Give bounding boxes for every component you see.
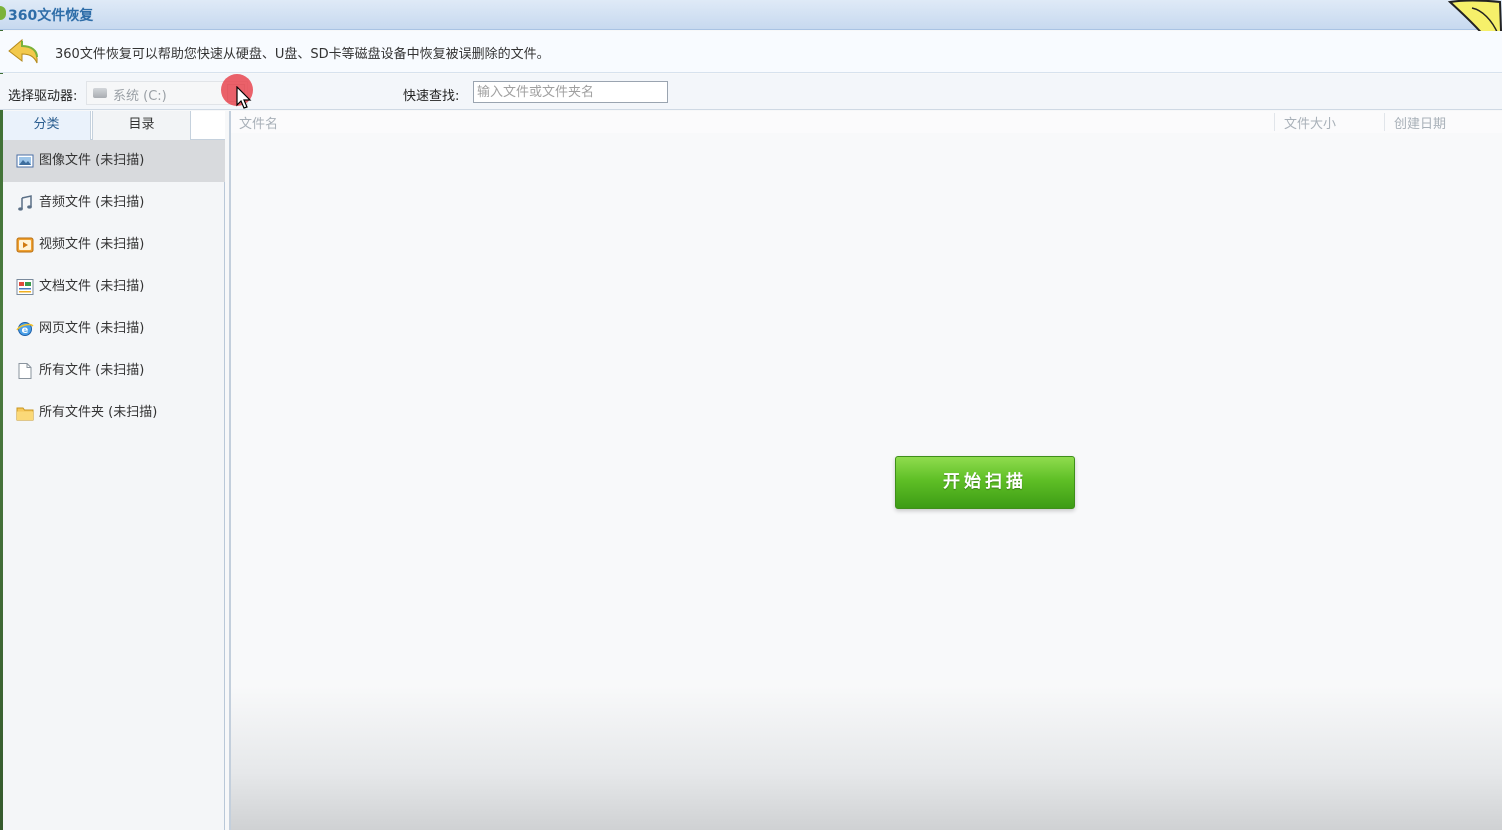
info-bar: 360文件恢复可以帮助您快速从硬盘、U盘、SD卡等磁盘设备中恢复被误删除的文件。 xyxy=(0,31,1502,73)
disk-drive-icon xyxy=(93,88,107,98)
drive-select-value: 系统 (C:) xyxy=(113,89,167,104)
tab-directory[interactable]: 目录 xyxy=(92,111,191,140)
app-logo-icon xyxy=(0,6,6,20)
info-description: 360文件恢复可以帮助您快速从硬盘、U盘、SD卡等磁盘设备中恢复被误删除的文件。 xyxy=(55,47,550,62)
video-icon xyxy=(16,237,34,253)
sidebar-item-webpages[interactable]: e 网页文件 (未扫描) xyxy=(3,308,225,350)
column-header-filename[interactable]: 文件名 xyxy=(239,113,278,132)
mouse-cursor-icon xyxy=(236,86,252,109)
search-label: 快速查找: xyxy=(403,89,460,104)
sidebar-item-video[interactable]: 视频文件 (未扫描) xyxy=(3,224,225,266)
music-note-icon xyxy=(18,195,32,211)
sidebar: 分类 目录 图像文件 (未扫描) 音频文件 (未扫描) 视频文件 (未扫描) 文… xyxy=(3,111,225,830)
category-list: 图像文件 (未扫描) 音频文件 (未扫描) 视频文件 (未扫描) 文档文件 (未… xyxy=(3,140,225,434)
column-header-size[interactable]: 文件大小 xyxy=(1284,113,1336,132)
column-separator[interactable] xyxy=(1274,113,1275,131)
sidebar-item-label: 网页文件 (未扫描) xyxy=(39,321,145,336)
sidebar-item-label: 音频文件 (未扫描) xyxy=(39,195,145,210)
restore-arrow-icon xyxy=(8,38,38,64)
file-list-pane: 文件名 文件大小 创建日期 开始扫描 xyxy=(229,111,1502,830)
window-title: 360文件恢复 xyxy=(8,8,94,24)
tab-category[interactable]: 分类 xyxy=(3,111,91,140)
folder-icon xyxy=(16,407,34,421)
ie-globe-icon: e xyxy=(16,322,34,336)
sidebar-item-label: 图像文件 (未扫描) xyxy=(39,153,145,168)
title-bar: 360文件恢复 xyxy=(0,0,1502,60)
sidebar-item-label: 视频文件 (未扫描) xyxy=(39,237,145,252)
blank-file-icon xyxy=(18,363,32,379)
svg-text:e: e xyxy=(22,325,29,336)
document-icon xyxy=(16,279,34,295)
search-input[interactable] xyxy=(473,81,668,103)
image-icon xyxy=(16,154,34,168)
drive-label: 选择驱动器: xyxy=(8,89,78,104)
sidebar-tabs: 分类 目录 xyxy=(3,111,225,140)
start-scan-button[interactable]: 开始扫描 xyxy=(895,456,1075,509)
sidebar-item-documents[interactable]: 文档文件 (未扫描) xyxy=(3,266,225,308)
column-separator[interactable] xyxy=(1384,113,1385,131)
sidebar-item-all-files[interactable]: 所有文件 (未扫描) xyxy=(3,350,225,392)
sidebar-item-label: 所有文件 (未扫描) xyxy=(39,363,145,378)
sidebar-item-label: 所有文件夹 (未扫描) xyxy=(39,405,158,420)
sidebar-item-audio[interactable]: 音频文件 (未扫描) xyxy=(3,182,225,224)
column-header-created-date[interactable]: 创建日期 xyxy=(1394,113,1446,132)
sidebar-item-label: 文档文件 (未扫描) xyxy=(39,279,145,294)
sidebar-item-images[interactable]: 图像文件 (未扫描) xyxy=(3,140,225,182)
sidebar-item-all-folders[interactable]: 所有文件夹 (未扫描) xyxy=(3,392,225,434)
file-list-header: 文件名 文件大小 创建日期 xyxy=(231,111,1502,133)
